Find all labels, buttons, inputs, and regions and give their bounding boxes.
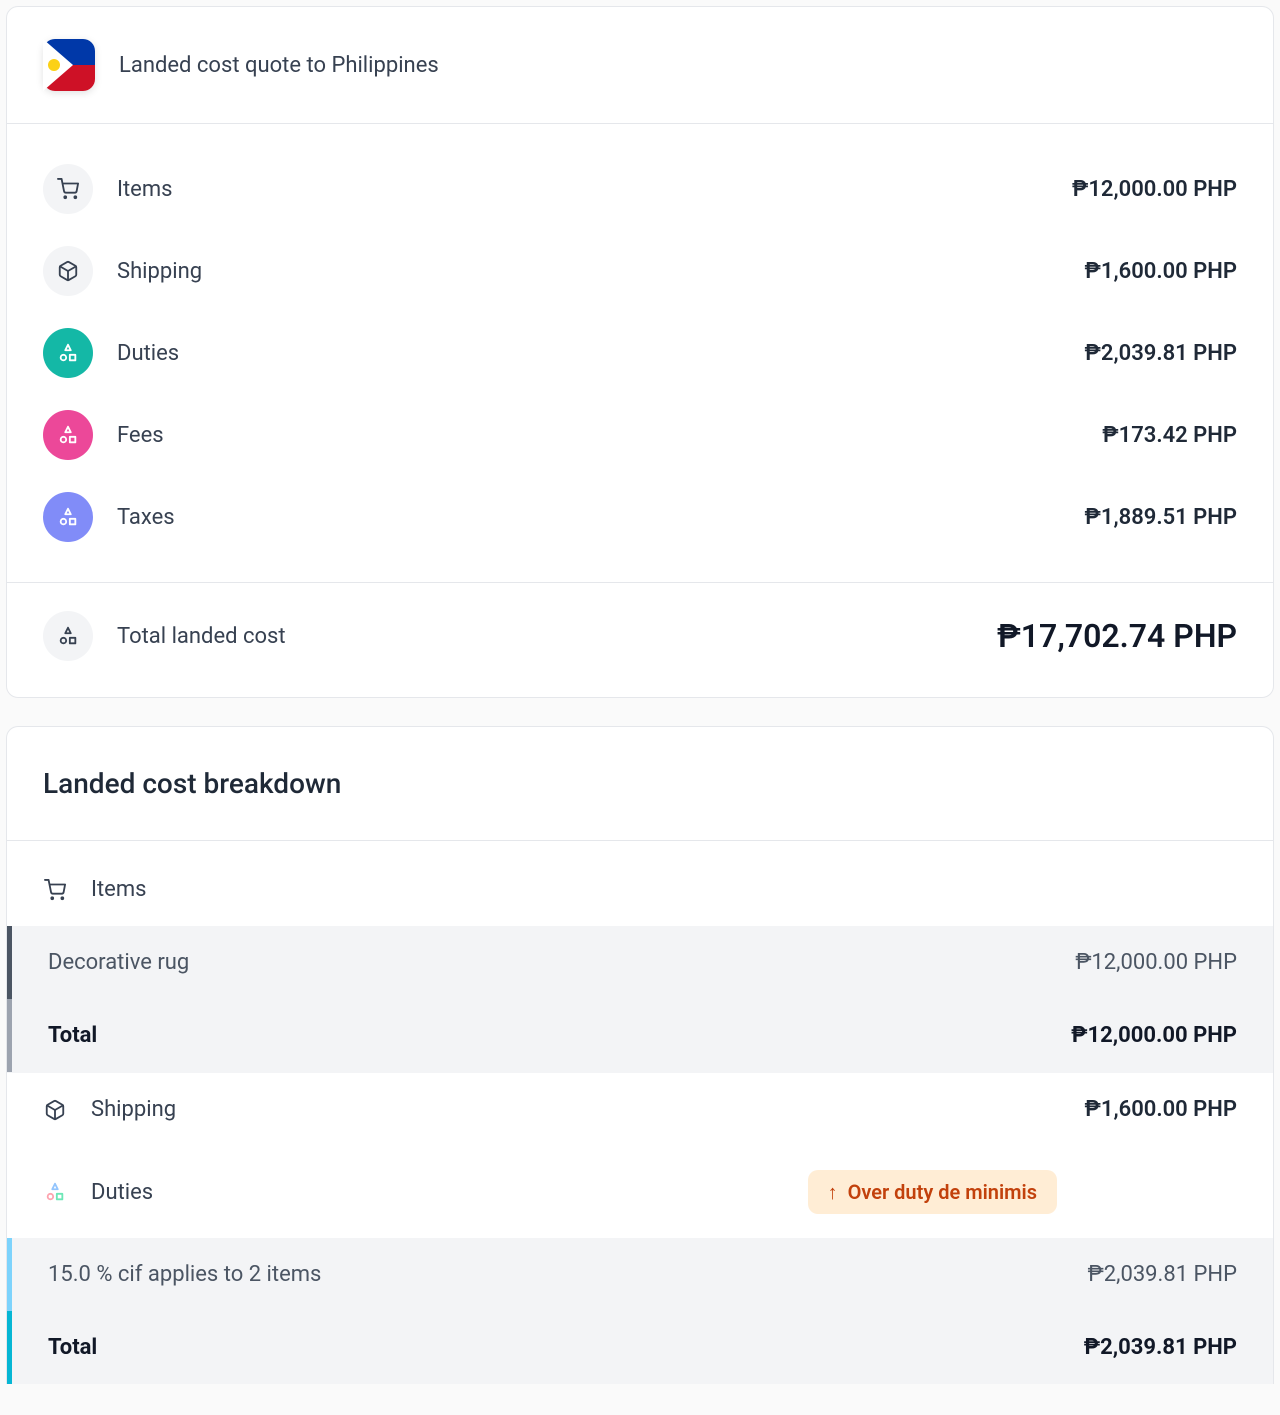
breakdown-duty-value: ₱2,039.81 PHP: [1088, 1262, 1237, 1287]
breakdown-shipping-value: ₱1,600.00 PHP: [1085, 1097, 1237, 1122]
shapes-icon: [43, 611, 93, 661]
arrow-up-icon: ↑: [828, 1182, 838, 1202]
breakdown-duties-label: Duties: [91, 1180, 153, 1205]
breakdown-duties-total-label: Total: [48, 1335, 97, 1360]
breakdown-item-row: Decorative rug ₱12,000.00 PHP: [7, 926, 1273, 999]
breakdown-items-total-row: Total ₱12,000.00 PHP: [7, 999, 1273, 1072]
breakdown-duties-total-row: Total ₱2,039.81 PHP: [7, 1311, 1273, 1384]
summary-total-label: Total landed cost: [117, 624, 286, 649]
summary-header: Landed cost quote to Philippines: [7, 7, 1273, 124]
package-icon: [43, 1098, 67, 1122]
breakdown-shipping-row: Shipping ₱1,600.00 PHP: [7, 1072, 1273, 1146]
summary-row-taxes: Taxes ₱1,889.51 PHP: [43, 476, 1237, 558]
summary-taxes-value: ₱1,889.51 PHP: [1085, 505, 1237, 530]
cart-icon: [43, 878, 67, 902]
breakdown-items-total-value: ₱12,000.00 PHP: [1071, 1023, 1237, 1048]
shapes-icon: [43, 492, 93, 542]
shapes-icon: [43, 410, 93, 460]
summary-fees-label: Fees: [117, 423, 164, 448]
breakdown-items-total-label: Total: [48, 1023, 97, 1048]
breakdown-duty-name: 15.0 % cif applies to 2 items: [48, 1262, 321, 1287]
breakdown-duties-total-value: ₱2,039.81 PHP: [1084, 1335, 1237, 1360]
breakdown-items-head: Items: [7, 853, 1273, 926]
summary-footer: Total landed cost ₱17,702.74 PHP: [7, 582, 1273, 697]
breakdown-duty-row: 15.0 % cif applies to 2 items ₱2,039.81 …: [7, 1238, 1273, 1311]
breakdown-header: Landed cost breakdown: [7, 727, 1273, 841]
summary-body: Items ₱12,000.00 PHP Shipping ₱1,600.00 …: [7, 124, 1273, 582]
summary-items-label: Items: [117, 177, 173, 202]
summary-duties-value: ₱2,039.81 PHP: [1085, 341, 1237, 366]
de-minimis-badge-text: Over duty de minimis: [848, 1180, 1037, 1204]
summary-fees-value: ₱173.42 PHP: [1102, 423, 1237, 448]
summary-card: Landed cost quote to Philippines Items ₱…: [6, 6, 1274, 698]
summary-title: Landed cost quote to Philippines: [119, 53, 439, 78]
breakdown-shipping-label: Shipping: [91, 1097, 176, 1122]
summary-items-value: ₱12,000.00 PHP: [1072, 177, 1237, 202]
breakdown-item-name: Decorative rug: [48, 950, 189, 975]
breakdown-body: Items Decorative rug ₱12,000.00 PHP Tota…: [7, 841, 1273, 1384]
summary-shipping-label: Shipping: [117, 259, 202, 284]
shapes-icon: [43, 328, 93, 378]
de-minimis-badge: ↑ Over duty de minimis: [808, 1170, 1057, 1214]
breakdown-card: Landed cost breakdown Items Decorative r…: [6, 726, 1274, 1384]
breakdown-title: Landed cost breakdown: [43, 767, 1237, 800]
summary-row-items: Items ₱12,000.00 PHP: [43, 148, 1237, 230]
breakdown-item-value: ₱12,000.00 PHP: [1075, 950, 1237, 975]
flag-philippines-icon: [43, 39, 95, 91]
summary-row-shipping: Shipping ₱1,600.00 PHP: [43, 230, 1237, 312]
summary-duties-label: Duties: [117, 341, 179, 366]
shapes-icon: [43, 1180, 67, 1204]
cart-icon: [43, 164, 93, 214]
summary-shipping-value: ₱1,600.00 PHP: [1085, 259, 1237, 284]
package-icon: [43, 246, 93, 296]
summary-total-value: ₱17,702.74 PHP: [997, 617, 1237, 655]
summary-row-duties: Duties ₱2,039.81 PHP: [43, 312, 1237, 394]
summary-row-fees: Fees ₱173.42 PHP: [43, 394, 1237, 476]
summary-taxes-label: Taxes: [117, 505, 175, 530]
breakdown-duties-head: Duties ↑ Over duty de minimis: [7, 1146, 1273, 1238]
breakdown-items-label: Items: [91, 877, 147, 902]
